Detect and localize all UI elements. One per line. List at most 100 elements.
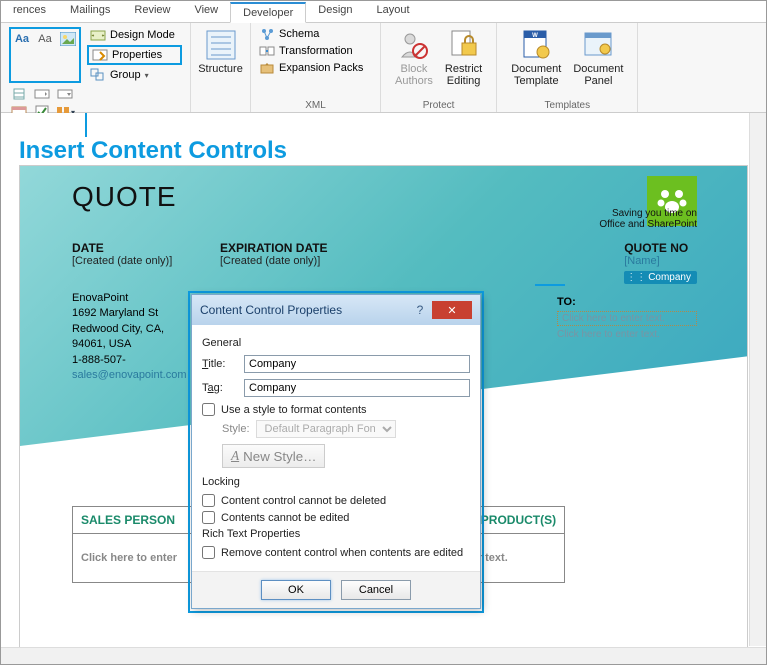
structure-label: Structure	[198, 63, 243, 75]
properties-icon	[92, 48, 108, 62]
from-phone: 1-888-507-	[72, 353, 187, 368]
logo-tagline: Saving you time on Office and SharePoint	[587, 208, 697, 230]
dropdown-cc-icon[interactable]	[55, 85, 75, 103]
expansion-packs-button[interactable]: Expansion Packs	[259, 61, 372, 75]
expiration-label: EXPIRATION DATE	[220, 241, 328, 255]
cell-salesperson[interactable]: Click here to enter	[73, 534, 211, 583]
dialog-titlebar[interactable]: Content Control Properties ? ✕	[192, 295, 480, 325]
plain-text-cc-icon[interactable]: Aa	[35, 30, 55, 48]
tag-input[interactable]	[244, 379, 470, 397]
transformation-icon	[259, 44, 275, 58]
tab-layout[interactable]: Layout	[365, 1, 422, 22]
tab-developer[interactable]: Developer	[230, 2, 306, 23]
dialog-help-button[interactable]: ?	[408, 301, 432, 319]
group-protect: Block Authors Restrict Editing Protect	[381, 23, 497, 112]
tag-field-label: Tag:	[202, 382, 236, 394]
schema-button[interactable]: Schema	[259, 27, 372, 41]
tab-review[interactable]: Review	[122, 1, 182, 22]
expansion-icon	[259, 61, 275, 75]
title-input[interactable]	[244, 355, 470, 373]
document-panel-icon	[582, 29, 614, 61]
document-panel-label: Document Panel	[573, 63, 623, 87]
properties-button[interactable]: Properties	[87, 45, 182, 65]
to-placeholder-2[interactable]: Click here to enter text.	[557, 329, 697, 340]
group-button[interactable]: Group ▾	[87, 67, 182, 83]
tab-mailings[interactable]: Mailings	[58, 1, 122, 22]
from-addr1: 1692 Maryland St	[72, 306, 187, 321]
block-authors-button[interactable]: Block Authors	[389, 27, 439, 89]
from-company: EnovaPoint	[72, 291, 187, 306]
from-addr2: Redwood City, CA,	[72, 322, 187, 337]
group-protect-label: Protect	[389, 98, 488, 111]
callout-text: Insert Content Controls	[19, 137, 287, 165]
transformation-button[interactable]: Transformation	[259, 44, 372, 58]
lock-edit-label: Contents cannot be edited	[221, 512, 349, 524]
svg-text:W: W	[532, 33, 538, 39]
remove-cc-checkbox[interactable]	[202, 546, 215, 559]
style-label: Style:	[222, 423, 250, 435]
horizontal-scrollbar[interactable]	[1, 647, 766, 664]
design-mode-label: Design Mode	[110, 29, 175, 41]
content-control-properties-dialog: Content Control Properties ? ✕ General T…	[191, 294, 481, 609]
title-field-label: Title:	[202, 358, 236, 370]
new-style-icon: A	[231, 448, 239, 464]
vertical-scrollbar[interactable]	[749, 113, 766, 646]
block-authors-icon	[398, 29, 430, 61]
restrict-editing-button[interactable]: Restrict Editing	[439, 27, 488, 89]
quote-no-block: QUOTE NO [Name] ⋮⋮Company	[624, 241, 697, 284]
ribbon-tabs: rences Mailings Review View Developer De…	[1, 1, 766, 23]
expansion-label: Expansion Packs	[279, 62, 363, 74]
document-panel-button[interactable]: Document Panel	[567, 27, 629, 89]
chevron-down-icon: ▾	[145, 71, 149, 80]
ok-button[interactable]: OK	[261, 580, 331, 600]
from-email[interactable]: sales@enovapoint.com	[72, 368, 187, 383]
structure-icon	[205, 29, 237, 61]
group-xml-label: XML	[259, 98, 372, 111]
group-structure-wrap: Structure	[191, 23, 251, 112]
dialog-close-button[interactable]: ✕	[432, 301, 472, 319]
expiration-block: EXPIRATION DATE [Created (date only)]	[220, 241, 328, 267]
structure-button[interactable]: Structure	[199, 27, 242, 77]
highlight-content-controls: Aa Aa	[9, 27, 81, 83]
tab-design[interactable]: Design	[306, 1, 364, 22]
quote-no-value[interactable]: [Name]	[624, 255, 697, 267]
cancel-button[interactable]: Cancel	[341, 580, 411, 600]
col-salesperson: SALES PERSON	[73, 507, 211, 534]
properties-label: Properties	[112, 49, 162, 61]
schema-icon	[259, 27, 275, 41]
use-style-checkbox[interactable]	[202, 403, 215, 416]
section-general: General	[202, 337, 470, 349]
new-style-button: A New Style…	[222, 444, 325, 468]
combo-box-cc-icon[interactable]	[32, 85, 52, 103]
transformation-label: Transformation	[279, 45, 353, 57]
to-placeholder-1[interactable]: Click here to enter text.	[557, 311, 697, 326]
group-templates: W Document Template Document Panel Templ…	[497, 23, 638, 112]
document-template-label: Document Template	[511, 63, 561, 87]
to-block: TO: Click here to enter text. Click here…	[557, 296, 697, 340]
from-addr3: 94061, USA	[72, 337, 187, 352]
document-template-button[interactable]: W Document Template	[505, 27, 567, 89]
schema-label: Schema	[279, 28, 319, 40]
content-control-tag[interactable]: ⋮⋮Company	[624, 271, 697, 284]
tab-references[interactable]: rences	[1, 1, 58, 22]
group-icon	[90, 68, 106, 82]
date-label: DATE	[72, 241, 172, 255]
building-block-cc-icon[interactable]	[9, 85, 29, 103]
date-value[interactable]: [Created (date only)]	[72, 255, 172, 267]
expiration-value[interactable]: [Created (date only)]	[220, 255, 328, 267]
from-block: EnovaPoint 1692 Maryland St Redwood City…	[72, 291, 187, 383]
lock-delete-checkbox[interactable]	[202, 494, 215, 507]
section-rich-text: Rich Text Properties	[202, 528, 470, 540]
rich-text-cc-icon[interactable]: Aa	[12, 30, 32, 48]
to-label: TO:	[557, 296, 697, 308]
group-xml: Schema Transformation Expansion Packs XM…	[251, 23, 381, 112]
group-controls: Aa Aa Design Mode Properties Group	[1, 23, 191, 112]
ribbon: Aa Aa Design Mode Properties Group	[1, 23, 766, 113]
block-authors-label: Block Authors	[395, 63, 433, 87]
design-mode-button[interactable]: Design Mode	[87, 27, 182, 43]
new-style-label: New Style…	[243, 449, 316, 464]
section-locking: Locking	[202, 476, 470, 488]
picture-cc-icon[interactable]	[58, 30, 78, 48]
tab-view[interactable]: View	[182, 1, 230, 22]
lock-edit-checkbox[interactable]	[202, 511, 215, 524]
